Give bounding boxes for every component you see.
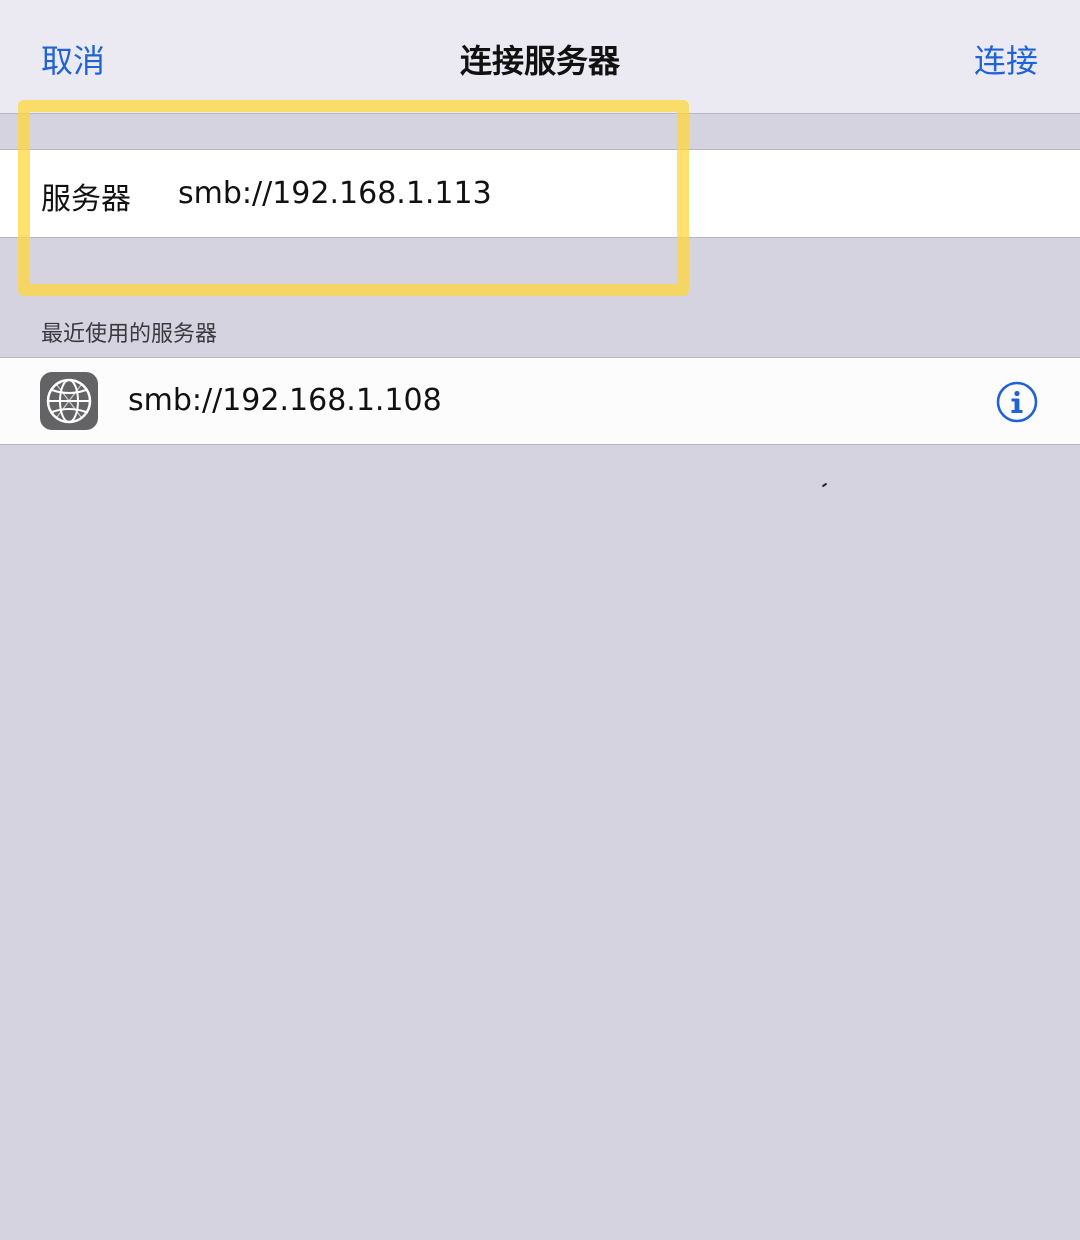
server-field-label: 服务器 [41,182,131,217]
recent-servers-header: 最近使用的服务器 [41,322,218,347]
page-title: 连接服务器 [459,42,620,80]
navigation-bar: 取消 连接服务器 连接 [0,0,1080,114]
server-address-input[interactable] [178,168,1038,218]
recent-server-item[interactable]: smb://192.168.1.108 [0,357,1080,445]
info-icon[interactable] [996,381,1038,423]
screen-speck [821,482,828,488]
recent-server-address: smb://192.168.1.108 [128,383,442,418]
server-field-row[interactable]: 服务器 [0,149,1080,238]
network-globe-icon [40,372,98,430]
connect-button[interactable]: 连接 [974,36,1038,82]
